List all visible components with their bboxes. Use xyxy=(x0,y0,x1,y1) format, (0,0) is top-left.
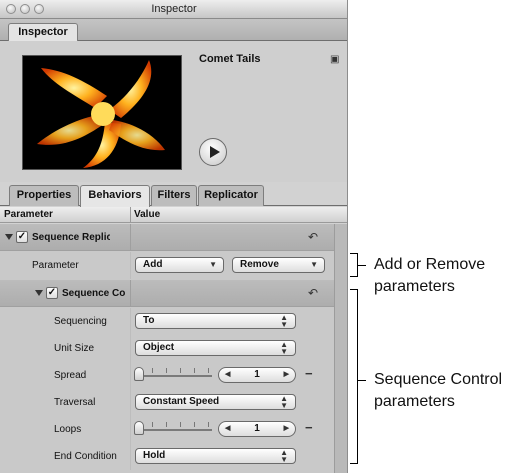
end-condition-value: Hold xyxy=(143,450,166,461)
sequence-control-name: Sequence Co xyxy=(62,288,126,299)
traversal-value: Constant Speed xyxy=(143,396,220,407)
traversal-label: Traversal xyxy=(54,397,96,408)
behavior-enable-checkbox[interactable]: ✓ xyxy=(16,231,28,243)
unit-size-row: Unit Size Object ▲ ▼ xyxy=(0,335,334,362)
disclosure-triangle-icon[interactable] xyxy=(5,234,13,240)
add-popup-label: Add xyxy=(143,259,163,270)
parameter-list: ✓ Sequence Replica ↶ Parameter Add ▼ Rem… xyxy=(0,224,334,473)
add-remove-line1: Add or Remove xyxy=(374,256,486,273)
chevron-down-icon: ▼ xyxy=(310,260,318,269)
traversal-row: Traversal Constant Speed ▲ ▼ xyxy=(0,389,334,416)
add-remove-bracket xyxy=(350,253,358,277)
reset-arrow-icon[interactable]: ↶ xyxy=(308,286,318,300)
sequence-control-line1: Sequence Control xyxy=(374,371,503,388)
column-separator xyxy=(130,207,131,223)
spread-slider-knob[interactable] xyxy=(134,367,144,381)
window-title: Inspector xyxy=(151,3,197,15)
tab-replicator[interactable]: Replicator xyxy=(198,185,264,206)
spread-row: Spread ◀ 1 ▶ − xyxy=(0,362,334,389)
comet-tails-image xyxy=(37,60,165,168)
increment-arrow-icon[interactable]: ▶ xyxy=(284,368,289,382)
minus-icon[interactable]: − xyxy=(305,366,313,381)
inspector-subtabs: Properties Behaviors Filters Replicator xyxy=(0,182,347,207)
sequence-control-checkbox[interactable]: ✓ xyxy=(46,287,58,299)
end-condition-popup[interactable]: Hold ▲ ▼ xyxy=(135,448,296,464)
traversal-popup[interactable]: Constant Speed ▲ ▼ xyxy=(135,394,296,410)
parameter-row: Parameter Add ▼ Remove ▼ xyxy=(0,252,334,279)
reset-arrow-icon[interactable]: ↶ xyxy=(308,230,318,244)
sequencing-popup[interactable]: To ▲ ▼ xyxy=(135,313,296,329)
loops-stepper[interactable]: ◀ 1 ▶ xyxy=(218,421,296,437)
sequence-control-line2: parameters xyxy=(374,393,455,410)
up-down-arrows-icon: ▲ ▼ xyxy=(280,448,288,464)
tab-inspector[interactable]: Inspector xyxy=(8,23,78,42)
end-condition-label: End Condition xyxy=(54,451,117,462)
preview-thumbnail xyxy=(22,55,182,170)
preview-area: Comet Tails ▣ xyxy=(0,41,347,182)
spread-stepper[interactable]: ◀ 1 ▶ xyxy=(218,367,296,383)
tab-properties[interactable]: Properties xyxy=(9,185,79,206)
sequence-control-group-row: ✓ Sequence Co ↶ xyxy=(0,280,334,307)
sequencing-value: To xyxy=(143,315,155,326)
add-parameter-popup[interactable]: Add ▼ xyxy=(135,257,224,273)
sequence-control-callout: Sequence Control parameters xyxy=(374,369,502,413)
composition-name: Comet Tails xyxy=(199,53,261,65)
up-down-arrows-icon: ▲ ▼ xyxy=(280,394,288,410)
up-down-arrows-icon: ▲ ▼ xyxy=(280,313,288,329)
unit-size-popup[interactable]: Object ▲ ▼ xyxy=(135,340,296,356)
chevron-down-icon: ▼ xyxy=(209,260,217,269)
end-condition-row: End Condition Hold ▲ ▼ xyxy=(0,443,334,470)
column-value[interactable]: Value xyxy=(134,209,160,220)
add-remove-line2: parameters xyxy=(374,278,455,295)
minus-icon[interactable]: − xyxy=(305,420,313,435)
unit-size-value: Object xyxy=(143,342,175,353)
loops-label: Loops xyxy=(54,424,82,435)
sequence-control-leader xyxy=(358,380,366,381)
inspector-window: Inspector Inspector Comet Tails ▣ Proper… xyxy=(0,0,348,473)
add-remove-leader xyxy=(358,265,366,266)
add-remove-callout: Add or Remove parameters xyxy=(374,254,485,298)
vertical-scrollbar[interactable] xyxy=(334,224,347,473)
tab-behaviors[interactable]: Behaviors xyxy=(80,185,150,207)
play-button[interactable] xyxy=(199,138,227,166)
increment-arrow-icon[interactable]: ▶ xyxy=(284,422,289,436)
up-down-arrows-icon: ▲ ▼ xyxy=(280,340,288,356)
spread-slider[interactable] xyxy=(140,375,212,377)
tab-filters[interactable]: Filters xyxy=(151,185,197,206)
main-tab-strip: Inspector xyxy=(0,19,347,42)
behavior-group-row: ✓ Sequence Replica ↶ xyxy=(0,224,334,251)
unit-size-label: Unit Size xyxy=(54,343,95,354)
title-bar: Inspector xyxy=(0,0,347,19)
loops-slider-knob[interactable] xyxy=(134,421,144,435)
spread-label: Spread xyxy=(54,370,87,381)
loops-slider[interactable] xyxy=(140,429,212,431)
lock-icon[interactable]: ▣ xyxy=(330,54,339,65)
sequence-control-bracket xyxy=(350,289,358,464)
remove-popup-label: Remove xyxy=(240,259,279,270)
remove-parameter-popup[interactable]: Remove ▼ xyxy=(232,257,325,273)
sequencing-label: Sequencing xyxy=(54,316,107,327)
column-parameter[interactable]: Parameter xyxy=(4,209,53,220)
behavior-name: Sequence Replica xyxy=(32,232,110,243)
parameter-label: Parameter xyxy=(32,260,79,271)
column-header: Parameter Value xyxy=(0,207,347,223)
disclosure-triangle-icon[interactable] xyxy=(35,290,43,296)
loops-row: Loops ◀ 1 ▶ − xyxy=(0,416,334,443)
sequencing-row: Sequencing To ▲ ▼ xyxy=(0,308,334,335)
